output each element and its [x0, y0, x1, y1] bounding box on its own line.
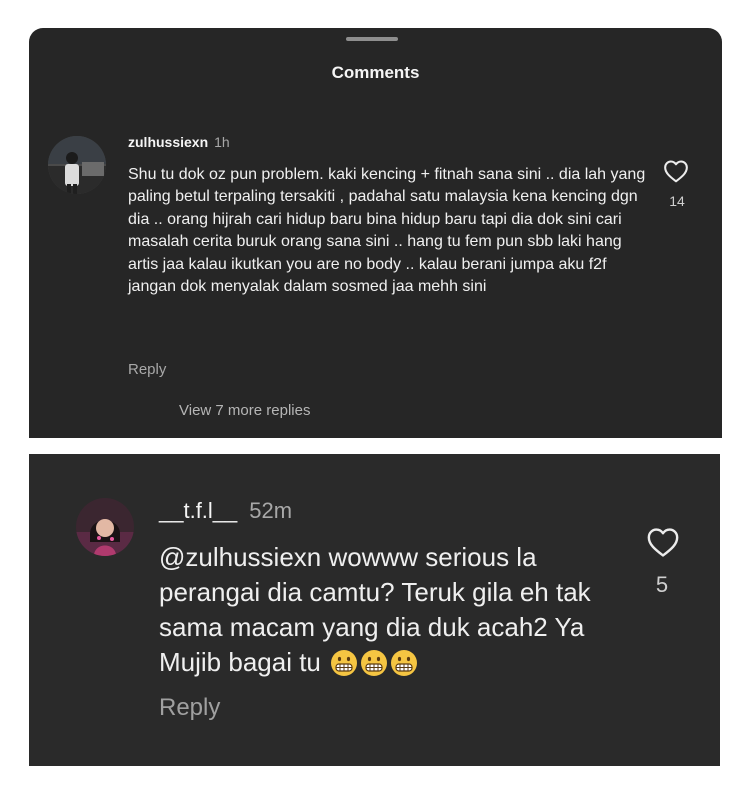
- comment-timestamp: 52m: [249, 498, 293, 523]
- comment-text: Shu tu dok oz pun problem. kaki kencing …: [128, 166, 646, 296]
- comment-text-block: @zulhussiexn wowww serious la perangai d…: [159, 540, 629, 686]
- comment-timestamp: 1h: [214, 134, 230, 150]
- heart-outline-icon[interactable]: [663, 159, 689, 188]
- grimacing-face-emoji-icon: [360, 649, 388, 686]
- like-count: 5: [655, 572, 669, 597]
- comment-header: zulhussiexn 1h: [128, 134, 230, 150]
- sheet-title: Comments: [331, 63, 420, 82]
- grimacing-face-emoji-icon: [330, 649, 358, 686]
- grimacing-face-emoji-icon: [390, 649, 418, 686]
- reply-comment-panel: __t.f.l__ 52m @zulhussiexn wowww serious …: [29, 454, 720, 766]
- comment-username[interactable]: __t.f.l__: [159, 498, 237, 523]
- view-more-replies-link[interactable]: View 7 more replies: [179, 402, 310, 419]
- sheet-drag-handle[interactable]: [346, 37, 398, 41]
- reply-button[interactable]: Reply: [159, 694, 220, 722]
- comment-header: __t.f.l__ 52m: [159, 498, 292, 524]
- comment-username[interactable]: zulhussiexn: [128, 134, 208, 150]
- reply-button[interactable]: Reply: [128, 361, 166, 378]
- heart-outline-icon[interactable]: [646, 526, 680, 563]
- comments-sheet-panel: Comments zulhussiexn 1h Shu tu dok oz pun…: [29, 28, 722, 438]
- like-count: 14: [669, 193, 685, 209]
- avatar[interactable]: [76, 498, 134, 556]
- avatar[interactable]: [48, 136, 106, 194]
